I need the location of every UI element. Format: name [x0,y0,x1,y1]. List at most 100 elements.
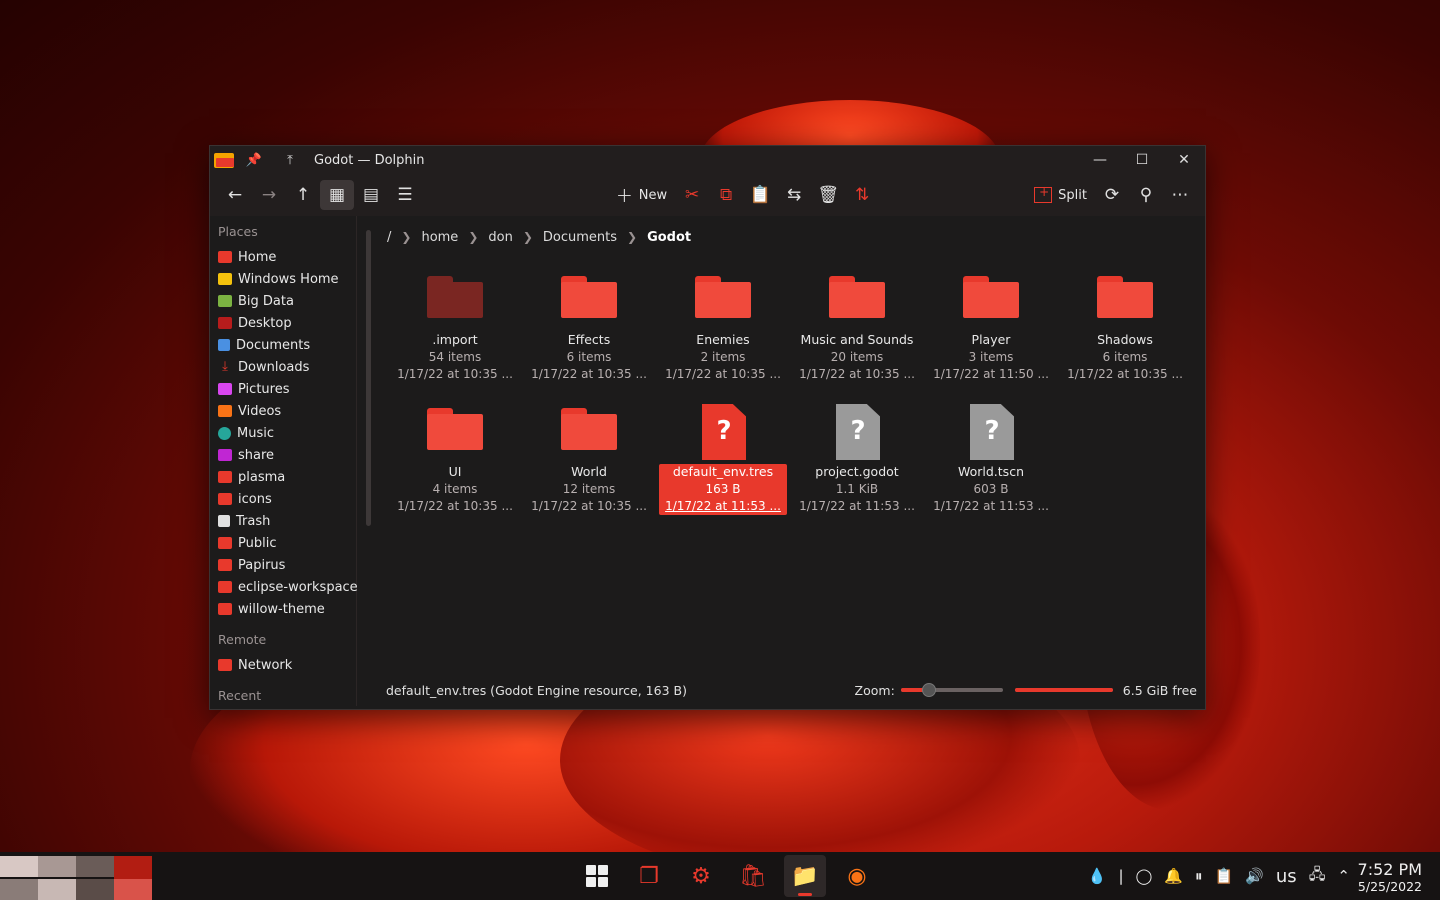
sidebar-item-desktop[interactable]: Desktop [218,312,356,334]
keyboard-layout[interactable]: us [1276,866,1297,887]
sidebar-item-windows-home[interactable]: Windows Home [218,268,356,290]
new-button[interactable]: + New [608,180,675,210]
folder-item[interactable]: UI 4 items 1/17/22 at 10:35 ... [388,404,522,536]
sidebar-item-share[interactable]: share [218,444,356,466]
dolphin-taskbar-icon[interactable]: 📁 [784,855,826,897]
breadcrumb-godot[interactable]: Godot [643,230,695,245]
item-name: World.tscn [957,464,1024,479]
folder-icon [1095,272,1155,328]
maximize-button[interactable]: ☐ [1121,152,1163,168]
more-menu-icon[interactable]: ⋯ [1163,180,1197,210]
paste-icon[interactable]: 📋 [743,180,777,210]
rename-icon[interactable]: ⇆ [777,180,811,210]
forward-icon[interactable]: → [252,180,286,210]
taskbar: ❐ ⚙ 🛍 📁 ◉ 💧 | ◯ 🔔 ⏸ 📋 🔊 us 🖧 ⌃ 7:52 PM 5… [0,852,1440,900]
breadcrumb-root[interactable]: / [383,230,395,245]
desktop-2[interactable] [38,856,76,900]
search-icon[interactable]: ⚲ [1129,180,1163,210]
breadcrumb-home[interactable]: home [417,230,462,245]
file-item[interactable]: ? default_env.tres 163 B 1/17/22 at 11:53 .… [656,404,790,536]
sidebar-item-pictures[interactable]: Pictures [218,378,356,400]
sort-icon[interactable]: ⇅ [845,180,879,210]
folder-item[interactable]: Music and Sounds 20 items 1/17/22 at 10:35… [790,272,924,404]
sidebar-item-documents[interactable]: Documents [218,334,356,356]
folder-item[interactable]: World 12 items 1/17/22 at 10:35 ... [522,404,656,536]
dolphin-app-icon[interactable] [214,151,236,169]
discover-store-icon[interactable]: 🛍 [732,855,774,897]
sidebar-item-music[interactable]: Music [218,422,356,444]
virtual-desktop-pager[interactable] [0,852,152,900]
firefox-icon[interactable]: ◉ [836,855,878,897]
sidebar-item-downloads[interactable]: ⤓ Downloads [218,356,356,378]
sidebar-item-trash[interactable]: Trash [218,510,356,532]
sidebar-item-label: share [238,447,275,463]
sidebar-item-label: Trash [236,513,271,529]
start-menu-icon[interactable] [576,855,618,897]
split-view-icon [1034,185,1053,203]
folder-item[interactable]: Player 3 items 1/17/22 at 11:50 ... [924,272,1058,404]
trash-icon [218,515,230,527]
sidebar-item-label: Documents [236,337,311,353]
details-view-icon[interactable]: ☰ [388,180,422,210]
breadcrumb-don[interactable]: don [484,230,516,245]
folder-icon [693,272,753,328]
desktop-3[interactable] [76,856,114,900]
network-icon[interactable]: 🖧 [1309,864,1326,889]
item-name: World [571,464,607,479]
settings-icon[interactable]: ⚙ [680,855,722,897]
sidebar-item-videos[interactable]: Videos [218,400,356,422]
title-bar[interactable]: 📌 ⤒ Godot — Dolphin — ☐ ✕ [210,146,1205,174]
keep-above-icon[interactable]: ⤒ [272,153,308,168]
media-player-icon[interactable]: ⏸ [1195,867,1203,885]
sidebar-item-plasma[interactable]: plasma [218,466,356,488]
up-icon[interactable]: ↑ [286,180,320,210]
folder-item[interactable]: Shadows 6 items 1/17/22 at 10:35 ... [1058,272,1192,404]
sidebar-item-willow-theme[interactable]: willow-theme [218,598,356,620]
split-button[interactable]: Split [1026,180,1095,210]
item-date: 1/17/22 at 11:53 ... [665,499,781,513]
item-date: 1/17/22 at 10:35 ... [665,367,781,381]
item-label-block: Shadows 6 items 1/17/22 at 10:35 ... [1067,332,1183,381]
sidebar-item-big-data[interactable]: Big Data [218,290,356,312]
desktop-1[interactable] [0,856,38,900]
folder-item[interactable]: .import 54 items 1/17/22 at 10:35 ... [388,272,522,404]
free-space-fill [1014,688,1113,692]
color-picker-icon[interactable]: 💧 [1088,867,1107,885]
night-light-icon[interactable]: ◯ [1136,867,1153,885]
item-date: 1/17/22 at 11:53 ... [933,499,1049,513]
delete-icon[interactable]: 🗑 [811,180,845,210]
sidebar-item-papirus[interactable]: Papirus [218,554,356,576]
notifications-icon[interactable]: 🔔 [1164,867,1183,885]
folder-item[interactable]: Effects 6 items 1/17/22 at 10:35 ... [522,272,656,404]
file-item[interactable]: ? World.tscn 603 B 1/17/22 at 11:53 ... [924,404,1058,536]
sidebar-item-eclipse-workspace[interactable]: eclipse-workspace [218,576,358,598]
sidebar-item-label: Music [237,425,274,441]
overview-icon[interactable]: ❐ [628,855,670,897]
close-button[interactable]: ✕ [1163,152,1205,168]
back-icon[interactable]: ← [218,180,252,210]
sidebar-item-home[interactable]: Home [218,246,356,268]
desktop-4[interactable] [114,856,152,900]
cut-icon[interactable]: ✂ [675,180,709,210]
sidebar-item-label: Home [238,249,277,265]
sidebar-item-icons[interactable]: icons [218,488,356,510]
recent-section-title[interactable]: Recent [218,688,356,704]
breadcrumb-documents[interactable]: Documents [539,230,621,245]
digital-clock[interactable]: 7:52 PM 5/25/2022 [1358,860,1422,894]
zoom-slider[interactable] [900,683,1003,697]
free-space-bar [1014,688,1113,692]
chevron-up-icon[interactable]: ⌃ [1337,867,1350,885]
minimize-button[interactable]: — [1079,152,1121,168]
pin-icon[interactable]: 📌 [236,153,272,168]
folder-item[interactable]: Enemies 2 items 1/17/22 at 10:35 ... [656,272,790,404]
volume-icon[interactable]: 🔊 [1245,867,1264,885]
file-item[interactable]: ? project.godot 1.1 KiB 1/17/22 at 11:53 ..… [790,404,924,536]
clipboard-icon[interactable]: 📋 [1215,867,1234,885]
sidebar-item-public[interactable]: Public [218,532,356,554]
compact-view-icon[interactable]: ▤ [354,180,388,210]
copy-icon[interactable]: ⧉ [709,180,743,210]
reload-icon[interactable]: ⟳ [1095,180,1129,210]
zoom-slider-handle[interactable] [922,683,937,697]
icons-view-icon[interactable]: ▦ [320,180,354,210]
sidebar-item-network[interactable]: Network [218,654,356,676]
